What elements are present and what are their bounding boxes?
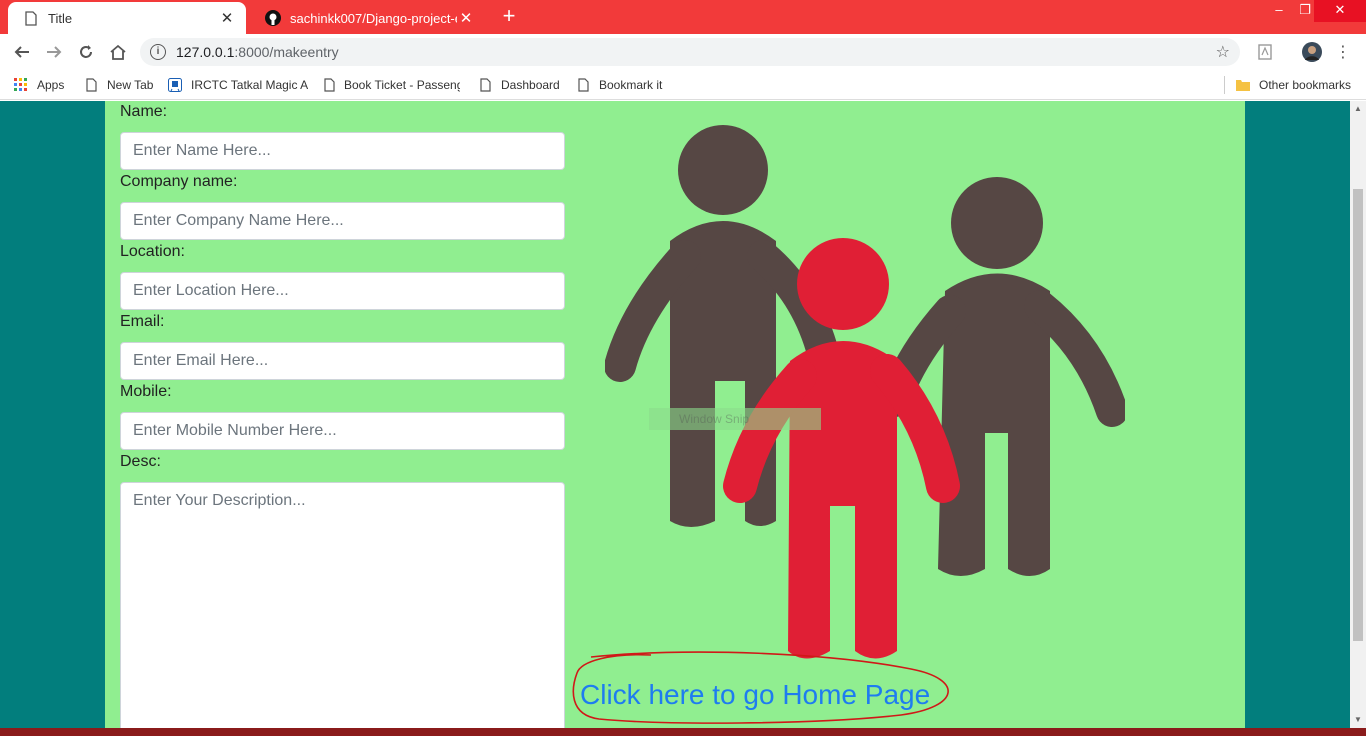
- bookmark-apps[interactable]: Apps: [14, 76, 64, 94]
- menu-kebab-icon[interactable]: ⋮: [1335, 42, 1351, 62]
- name-input[interactable]: [120, 132, 565, 170]
- close-tab-icon[interactable]: ✕: [218, 9, 236, 27]
- pdf-extension-icon[interactable]: [1256, 42, 1274, 62]
- bookmarks-divider: [1224, 76, 1225, 94]
- train-icon: [168, 77, 182, 93]
- tab-strip: Title ✕ sachinkk007/Django-project-entr …: [0, 0, 1366, 34]
- bookmark-label: IRCTC Tatkal Magic A: [191, 78, 308, 92]
- bookmark-label: Bookmark it: [599, 78, 663, 92]
- person-right: [879, 177, 1125, 576]
- location-input[interactable]: [120, 272, 565, 310]
- close-window-button[interactable]: ✕: [1314, 0, 1366, 22]
- close-tab-icon[interactable]: ✕: [457, 9, 475, 27]
- apps-grid-icon: [14, 77, 28, 93]
- email-label: Email:: [120, 313, 165, 330]
- desc-label: Desc:: [120, 453, 161, 470]
- page-icon: [576, 77, 590, 93]
- email-input[interactable]: [120, 342, 565, 380]
- tab-label: Title: [48, 10, 73, 26]
- home-page-link[interactable]: Click here to go Home Page: [580, 679, 930, 711]
- location-group: Location:: [120, 241, 565, 311]
- window-snip-ghost: Window Snip: [649, 408, 821, 430]
- company-group: Company name:: [120, 171, 565, 241]
- mobile-label: Mobile:: [120, 383, 172, 400]
- url-path: :8000/makeentry: [234, 44, 339, 60]
- bookmark-dashboard[interactable]: Dashboard: [478, 76, 560, 94]
- name-group: Name:: [120, 101, 565, 171]
- mobile-input[interactable]: [120, 412, 565, 450]
- taskbar-strip: [0, 728, 1366, 736]
- location-label: Location:: [120, 243, 185, 260]
- url-host: 127.0.0.1: [176, 44, 235, 60]
- bookmark-irctc[interactable]: IRCTC Tatkal Magic A: [168, 76, 308, 94]
- bookmark-bookmark-it[interactable]: Bookmark it: [576, 76, 662, 94]
- github-icon: [264, 9, 282, 27]
- info-icon[interactable]: i: [150, 44, 166, 60]
- reload-icon[interactable]: [74, 40, 98, 64]
- page-icon: [22, 9, 40, 27]
- tab-title[interactable]: Title ✕: [8, 2, 246, 34]
- page-icon: [84, 77, 98, 93]
- tab-label: sachinkk007/Django-project-entr: [290, 10, 457, 26]
- scroll-thumb[interactable]: [1353, 189, 1363, 641]
- company-label: Company name:: [120, 173, 238, 190]
- bookmark-label: Dashboard: [501, 78, 560, 92]
- browser-toolbar: i 127.0.0.1:8000/makeentry ☆ ⋮: [0, 34, 1366, 70]
- forward-icon[interactable]: [42, 40, 66, 64]
- page-icon: [478, 77, 492, 93]
- bookmark-other[interactable]: Other bookmarks: [1236, 76, 1351, 94]
- new-tab-button[interactable]: +: [498, 5, 520, 27]
- entry-container: Name: Company name: Location: Email: Mob…: [105, 101, 1245, 728]
- page-icon: [324, 77, 335, 93]
- desc-group: Desc:: [120, 451, 565, 728]
- bookmark-label: Book Ticket - Passeng: [344, 78, 460, 92]
- mobile-group: Mobile:: [120, 381, 565, 451]
- avatar[interactable]: [1302, 42, 1322, 62]
- scroll-down-icon[interactable]: ▼: [1350, 712, 1366, 728]
- scroll-up-icon[interactable]: ▲: [1350, 101, 1366, 117]
- bookmark-book-ticket[interactable]: Book Ticket - Passeng: [324, 76, 460, 94]
- people-illustration: [605, 125, 1125, 659]
- vertical-scrollbar[interactable]: ▲ ▼: [1350, 101, 1366, 728]
- entry-form: Name: Company name: Location: Email: Mob…: [120, 101, 565, 728]
- name-label: Name:: [120, 103, 168, 120]
- bookmark-label: New Tab: [107, 78, 154, 92]
- bookmark-label: Apps: [37, 78, 65, 92]
- bookmark-label: Other bookmarks: [1259, 78, 1352, 92]
- folder-icon: [1236, 77, 1250, 93]
- back-icon[interactable]: [10, 40, 34, 64]
- company-input[interactable]: [120, 202, 565, 240]
- bookmark-new-tab[interactable]: New Tab: [84, 76, 153, 94]
- bookmark-star-icon[interactable]: ☆: [1216, 42, 1230, 62]
- email-group: Email:: [120, 311, 565, 381]
- tab-github[interactable]: sachinkk007/Django-project-entr ✕: [250, 2, 485, 34]
- home-icon[interactable]: [106, 40, 130, 64]
- bookmarks-bar: Apps New Tab IRCTC Tatkal Magic A Book T…: [0, 70, 1366, 100]
- page-content: Name: Company name: Location: Email: Mob…: [0, 101, 1350, 728]
- address-bar[interactable]: i 127.0.0.1:8000/makeentry ☆: [140, 38, 1240, 66]
- desc-textarea[interactable]: [120, 482, 565, 728]
